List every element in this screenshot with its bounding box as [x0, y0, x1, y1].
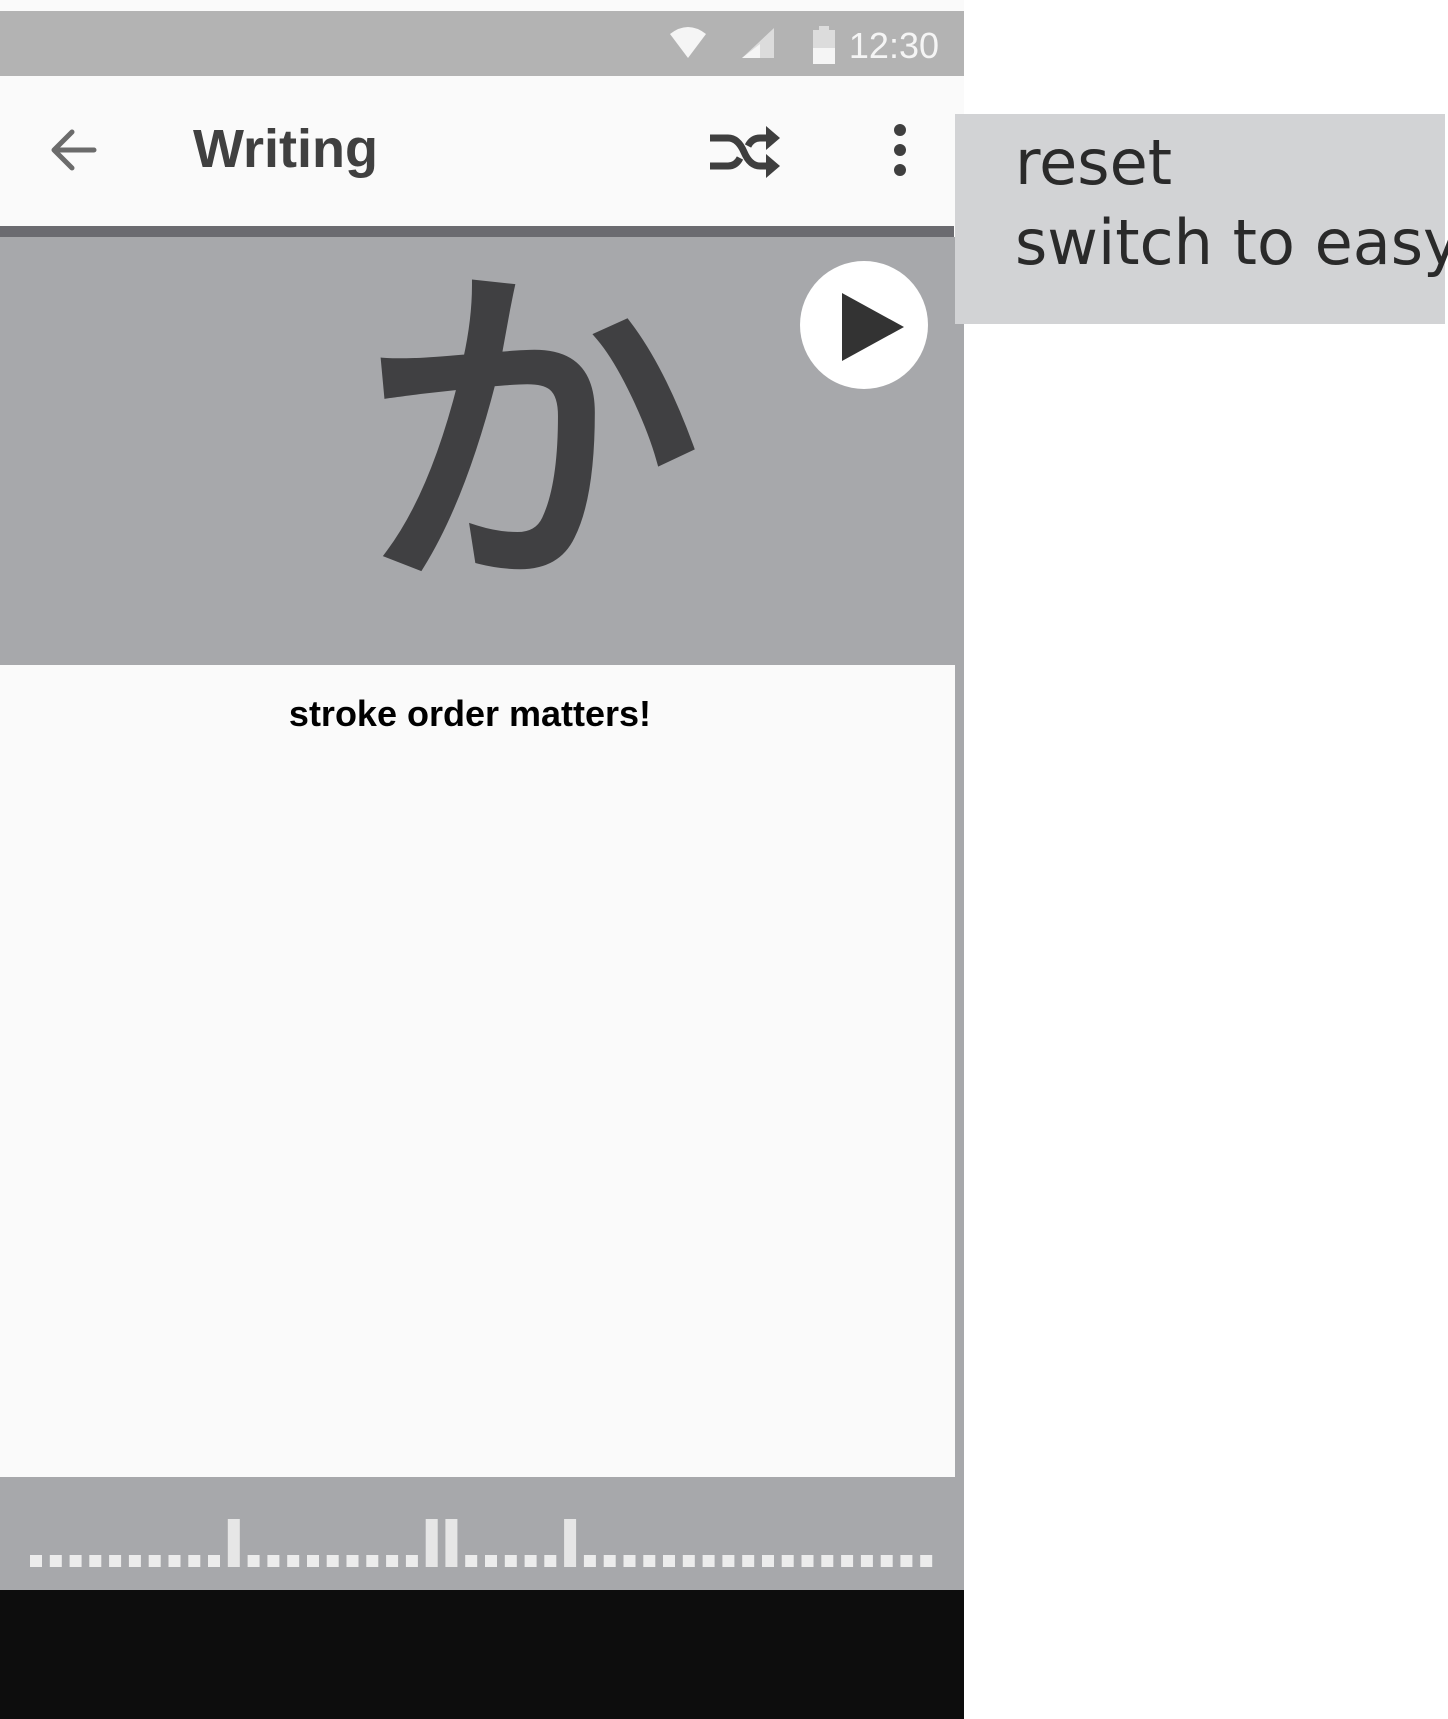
wifi-icon [670, 27, 706, 58]
progress-item-current [564, 1519, 577, 1567]
progress-item [702, 1555, 715, 1567]
progress-item [623, 1555, 636, 1567]
cell-signal-icon [742, 28, 774, 58]
progress-item [188, 1555, 201, 1567]
progress-item [128, 1555, 141, 1567]
progress-item [900, 1555, 913, 1567]
progress-item [326, 1555, 339, 1567]
progress-item [267, 1555, 280, 1567]
status-bar: 12:30 [0, 11, 964, 76]
canvas-edge [955, 665, 964, 1477]
character-panel: か [0, 237, 964, 665]
progress-item [841, 1555, 854, 1567]
progress-item [485, 1555, 497, 1567]
progress-item [346, 1555, 359, 1567]
progress-item [208, 1555, 220, 1567]
progress-item [366, 1555, 379, 1567]
progress-item-current [227, 1519, 240, 1567]
play-icon [842, 293, 904, 361]
page-title: Writing [193, 119, 378, 179]
progress-item-current [445, 1519, 458, 1567]
menu-item-switch-to-easy[interactable]: switch to easy [1015, 206, 1448, 279]
phone-screen: 12:30 Writing か stroke order matters! [0, 0, 964, 1719]
progress-item [247, 1555, 260, 1567]
status-time: 12:30 [848, 25, 939, 66]
progress-item [168, 1555, 181, 1567]
progress-strip [30, 1519, 933, 1567]
progress-item [465, 1555, 478, 1567]
more-vert-icon[interactable] [880, 120, 920, 180]
progress-item [287, 1555, 300, 1567]
progress-item [89, 1555, 102, 1567]
progress-item [920, 1555, 933, 1567]
progress-item [603, 1555, 616, 1567]
battery-icon [813, 26, 835, 64]
progress-item [801, 1555, 814, 1567]
progress-item [109, 1555, 122, 1567]
progress-item [30, 1555, 42, 1567]
progress-item [722, 1555, 735, 1567]
progress-item [405, 1555, 418, 1567]
menu-item-reset[interactable]: reset [1015, 126, 1172, 199]
progress-item [583, 1555, 596, 1567]
progress-item [742, 1555, 755, 1567]
stroke-order-hint: stroke order matters! [288, 693, 652, 734]
progress-item [781, 1555, 794, 1567]
app-bar-shadow [0, 226, 954, 237]
overflow-menu: reset switch to easy [955, 114, 1448, 324]
progress-item [524, 1555, 537, 1567]
navigation-bar [0, 1590, 964, 1719]
progress-item [386, 1555, 399, 1567]
writing-canvas[interactable]: stroke order matters! [0, 665, 955, 1477]
progress-item [643, 1555, 656, 1567]
progress-item [148, 1555, 161, 1567]
progress-item [307, 1555, 319, 1567]
progress-item [682, 1555, 695, 1567]
back-arrow-icon[interactable] [44, 120, 104, 180]
shuffle-icon[interactable] [706, 122, 782, 182]
progress-item [821, 1555, 834, 1567]
progress-item [860, 1555, 873, 1567]
progress-item [504, 1555, 517, 1567]
progress-item [663, 1555, 675, 1567]
kana-character: か [360, 239, 700, 635]
progress-item [880, 1555, 893, 1567]
progress-item [544, 1555, 557, 1567]
progress-item [762, 1555, 774, 1567]
progress-panel [0, 1477, 964, 1590]
app-bar: Writing [0, 76, 954, 226]
progress-item [49, 1555, 62, 1567]
progress-item [69, 1555, 82, 1567]
play-button[interactable] [800, 261, 928, 389]
progress-item-current [425, 1519, 438, 1567]
